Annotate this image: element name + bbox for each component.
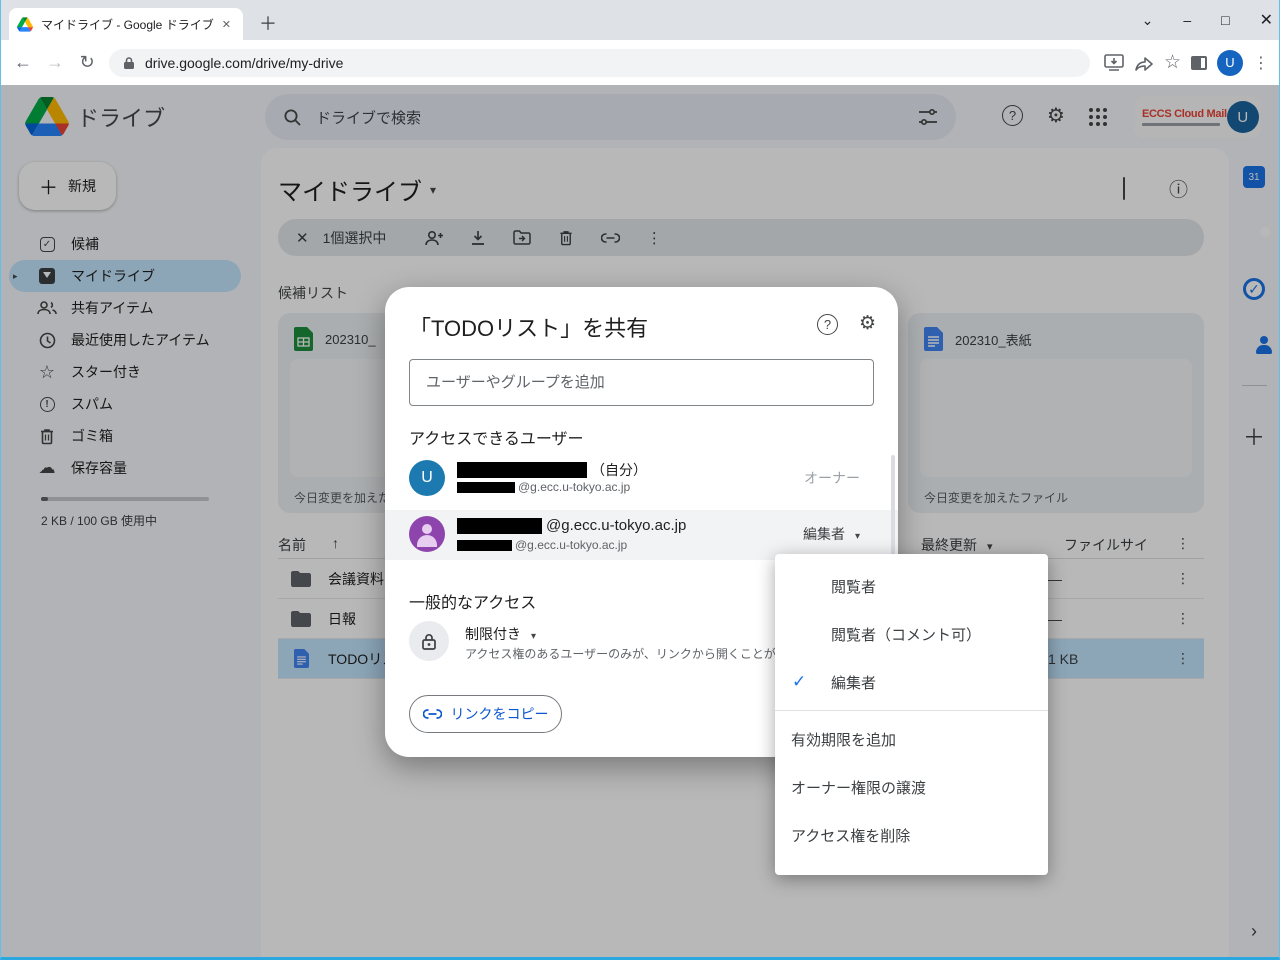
window-minimize-button[interactable]: – [1183,12,1191,28]
user-avatar [409,516,445,552]
redacted-email [457,482,515,493]
user-self-suffix: （自分） [591,460,647,480]
forward-icon[interactable]: → [39,52,71,73]
browser-titlebar: マイドライブ - Google ドライブ ✕ ＋ ⌄ – □ ✕ [1,0,1279,40]
redacted-name [457,462,587,478]
restricted-dropdown[interactable]: 制限付き▾ [465,624,536,644]
user-email-domain: @g.ecc.u-tokyo.ac.jp [518,480,630,494]
browser-window: マイドライブ - Google ドライブ ✕ ＋ ⌄ – □ ✕ ← → ↻ d… [0,0,1280,960]
dialog-scrollbar[interactable] [891,455,895,561]
share-dialog-title: 「TODOリスト」を共有 [409,311,648,343]
share-icon[interactable] [1134,54,1154,72]
lock-icon [123,56,135,70]
url-bar[interactable]: drive.google.com/drive/my-drive [109,49,1090,77]
window-maximize-button[interactable]: □ [1221,12,1229,28]
bookmark-star-icon[interactable]: ☆ [1164,51,1181,74]
browser-navbar: ← → ↻ drive.google.com/drive/my-drive ☆ … [1,40,1279,85]
url-text: drive.google.com/drive/my-drive [145,55,343,71]
menu-item-transfer-ownership[interactable]: オーナー権限の譲渡 [775,763,1048,811]
dialog-help-icon[interactable]: ? [817,314,838,335]
window-close-button[interactable]: ✕ [1260,10,1273,30]
back-icon[interactable]: ← [7,52,39,73]
link-icon [423,709,442,719]
copy-link-label: リンクをコピー [451,704,549,724]
menu-item-add-expiration[interactable]: 有効期限を追加 [775,715,1048,763]
caret-down-icon: ▾ [855,531,860,542]
copy-link-button[interactable]: リンクをコピー [409,695,562,733]
share-user-row[interactable]: U （自分） @g.ecc.u-tokyo.ac.jp オーナー [385,454,898,502]
browser-tab[interactable]: マイドライブ - Google ドライブ ✕ [9,8,243,40]
menu-item-remove-access[interactable]: アクセス権を削除 [775,811,1048,859]
menu-item-viewer[interactable]: 閲覧者 [775,562,1048,610]
add-people-input[interactable] [409,359,874,406]
restricted-lock-icon [409,621,449,661]
user-email-domain: @g.ecc.u-tokyo.ac.jp [515,538,627,552]
menu-divider [775,710,1048,711]
owner-role-label: オーナー [804,468,860,488]
redacted-email [457,540,512,551]
redacted-name [457,518,542,534]
reload-icon[interactable]: ↻ [71,52,103,73]
menu-item-editor[interactable]: ✓ 編集者 [775,658,1048,706]
drive-page: ドライブ ドライブで検索 ? ⚙ [1,85,1279,957]
browser-profile-avatar[interactable]: U [1217,50,1243,76]
caret-down-icon: ▾ [531,631,536,642]
browser-menu-icon[interactable]: ⋮ [1253,53,1269,73]
tab-title: マイドライブ - Google ドライブ [41,16,218,33]
check-icon: ✓ [792,672,806,692]
side-panel-icon[interactable] [1191,56,1207,70]
user-email-name: @g.ecc.u-tokyo.ac.jp [546,517,686,534]
menu-item-commenter[interactable]: 閲覧者（コメント可） [775,610,1048,658]
dialog-settings-icon[interactable]: ⚙ [859,312,876,335]
people-with-access-label: アクセスできるユーザー [409,425,584,449]
drive-favicon [17,17,33,32]
general-access-label: 一般的なアクセス [409,589,536,613]
new-tab-button[interactable]: ＋ [259,14,277,34]
role-menu: 閲覧者 閲覧者（コメント可） ✓ 編集者 有効期限を追加 オーナー権限の譲渡 ア… [775,554,1048,875]
download-page-icon[interactable] [1104,54,1124,72]
role-dropdown[interactable]: 編集者▾ [803,524,860,544]
share-user-row-highlighted[interactable]: @g.ecc.u-tokyo.ac.jp @g.ecc.u-tokyo.ac.j… [385,510,898,560]
tab-close-icon[interactable]: ✕ [218,18,235,31]
tab-search-icon[interactable]: ⌄ [1142,12,1154,29]
user-avatar: U [409,460,445,496]
